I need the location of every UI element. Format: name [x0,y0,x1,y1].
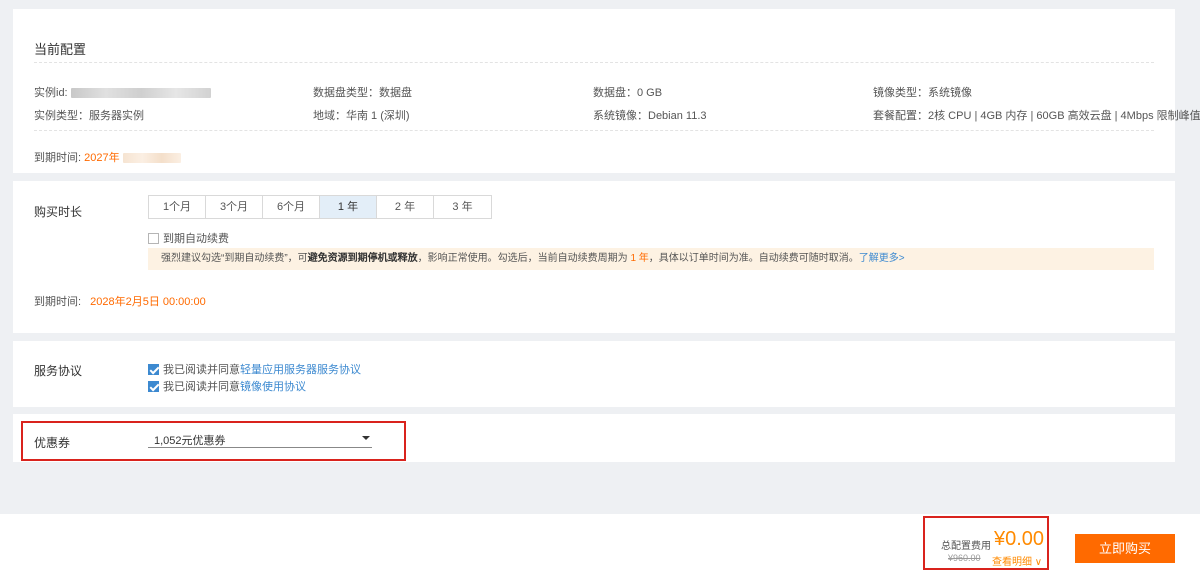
duration-selector: 1个月 3个月 6个月 1 年 2 年 3 年 [148,195,492,219]
auto-renew-checkbox[interactable] [148,232,159,244]
highlight-box-coupon [21,421,406,461]
server-agreement-link[interactable]: 轻量应用服务器服务协议 [240,361,361,377]
highlight-box-price [923,516,1049,570]
agreement-row-1: 我已阅读并同意 轻量应用服务器服务协议 [148,361,361,377]
duration-option-1-month[interactable]: 1个月 [149,196,206,218]
duration-option-6-months[interactable]: 6个月 [263,196,320,218]
instance-id: 实例id: [34,84,211,100]
disk-type: 数据盘类型：数据盘 [313,87,412,99]
duration-option-2-years[interactable]: 2 年 [377,196,434,218]
region: 地域：华南 1 (深圳) [313,110,410,122]
instance-id-redacted [70,88,211,99]
system-image: 系统镜像：Debian 11.3 [593,110,707,122]
duration-card: 购买时长 1个月 3个月 6个月 1 年 2 年 3 年 到期自动续费 强烈建议… [13,181,1175,333]
learn-more-link[interactable]: 了解更多> [859,253,905,264]
auto-renew-notice: 强烈建议勾选“到期自动续费”，可避免资源到期停机或释放，影响正常使用。勾选后，当… [148,248,1154,270]
image-type: 镜像类型：系统镜像 [873,87,972,99]
duration-label: 购买时长 [34,205,83,219]
agreement-card: 服务协议 我已阅读并同意 轻量应用服务器服务协议 我已阅读并同意 镜像使用协议 [13,341,1175,407]
config-title: 当前配置 [34,42,87,57]
expire-redacted [122,153,181,164]
agreement-checkbox-1[interactable] [148,363,159,375]
agreement-label: 服务协议 [34,364,83,378]
package-config: 套餐配置：2核 CPU | 4GB 内存 | 60GB 高效云盘 | 4Mbps… [873,110,1200,122]
auto-renew-label: 到期自动续费 [163,233,229,245]
image-agreement-link[interactable]: 镜像使用协议 [240,378,306,394]
buy-now-button[interactable]: 立即购买 [1075,534,1175,563]
agreement-row-2: 我已阅读并同意 镜像使用协议 [148,378,306,394]
divider [34,62,1154,63]
agreement-checkbox-2[interactable] [148,380,159,392]
auto-renew-row: 到期自动续费 [148,230,229,246]
divider [34,130,1154,131]
duration-option-1-year[interactable]: 1 年 [320,196,377,218]
duration-option-3-years[interactable]: 3 年 [434,196,491,218]
data-disk: 数据盘：0 GB [593,87,663,99]
instance-type: 实例类型：服务器实例 [34,110,144,122]
current-config-card: 当前配置 实例id: 数据盘类型：数据盘 数据盘：0 GB 镜像类型：系统镜像 … [13,9,1200,173]
duration-expire: 到期时间: 2028年2月5日 00:00:00 [34,296,206,308]
config-expire: 到期时间: 2027年 [34,149,181,165]
duration-option-3-months[interactable]: 3个月 [206,196,263,218]
